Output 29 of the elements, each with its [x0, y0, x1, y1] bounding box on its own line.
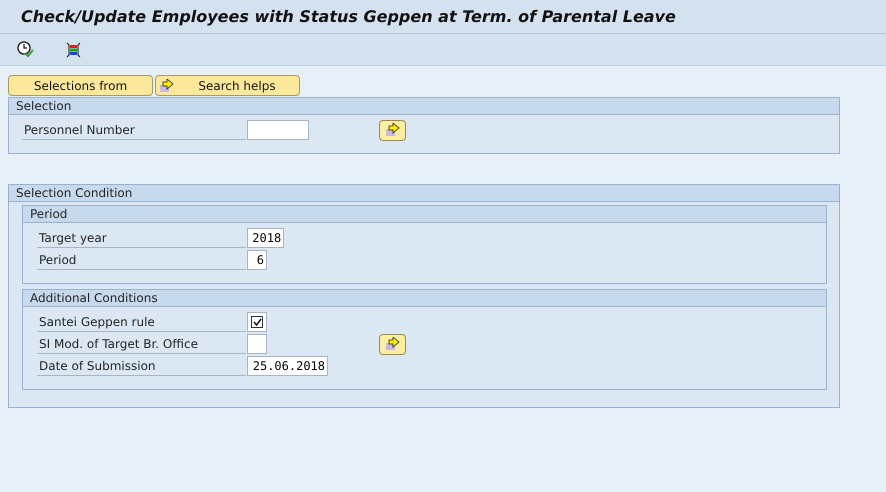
- field-label: Period: [37, 250, 246, 270]
- input-field[interactable]: [247, 334, 267, 354]
- color-bars-icon: [66, 42, 80, 58]
- arrow-icon: [384, 337, 400, 351]
- block-header: Selection Condition: [9, 185, 839, 202]
- window-title: Check/Update Employees with Status Geppen at Term. of Parental Leave: [21, 6, 676, 28]
- field-label: Personnel Number: [22, 120, 246, 140]
- arrow-icon: [384, 123, 400, 137]
- input-field[interactable]: 25.06.2018: [247, 356, 328, 376]
- field-label: Target year: [37, 228, 246, 248]
- execute-button[interactable]: [16, 40, 34, 58]
- input-field[interactable]: 6: [247, 250, 267, 270]
- multiple-selection-button[interactable]: [379, 334, 406, 354]
- block-header: Selection: [9, 98, 839, 115]
- layout-button[interactable]: [64, 40, 82, 58]
- field-label: Date of Submission: [37, 356, 246, 376]
- arrow-icon: [159, 78, 175, 92]
- input-field[interactable]: 2018: [247, 228, 284, 248]
- block-header: Period: [23, 206, 826, 223]
- check-icon: [252, 318, 262, 326]
- toolbar-button[interactable]: Search helps: [155, 75, 300, 96]
- clock-check-icon: [16, 41, 34, 58]
- field-label: SI Mod. of Target Br. Office: [37, 334, 246, 354]
- field-label: Santei Geppen rule: [37, 312, 246, 332]
- block-header: Additional Conditions: [23, 290, 826, 307]
- toolbar-button[interactable]: Selections from: [8, 75, 153, 96]
- multiple-selection-button[interactable]: [379, 120, 406, 140]
- input-field[interactable]: [247, 120, 309, 140]
- checkbox[interactable]: [247, 312, 267, 332]
